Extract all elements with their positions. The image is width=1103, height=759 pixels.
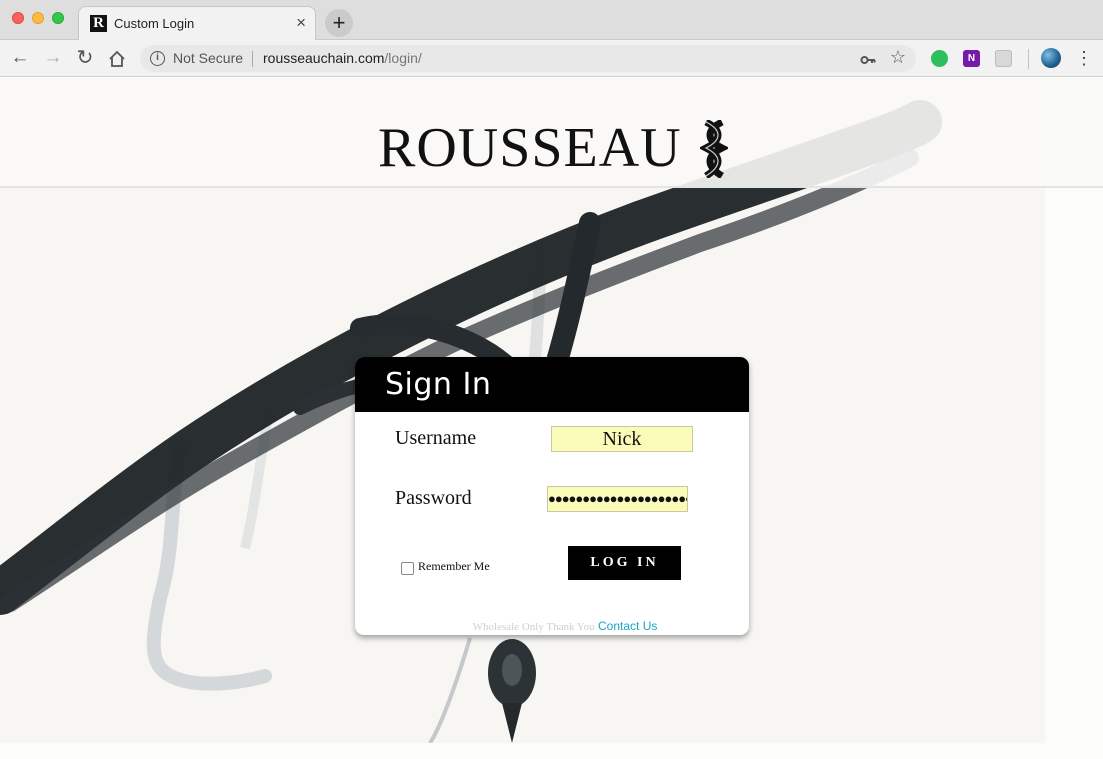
maximize-window-button[interactable] <box>52 12 64 24</box>
forward-arrow-icon[interactable]: → <box>41 47 65 71</box>
username-label: Username <box>395 427 477 449</box>
minimize-window-button[interactable] <box>32 12 44 24</box>
url-path: /login/ <box>384 50 422 66</box>
favicon-icon: R <box>90 15 107 32</box>
browser-titlebar: R Custom Login × + <box>0 0 1103 41</box>
reload-icon[interactable]: ↻ <box>73 47 97 71</box>
page-content: ROUSSEAU Sign In Username Nick Password … <box>0 78 1103 759</box>
remember-me-label[interactable]: Remember Me <box>418 559 490 574</box>
extension-icon[interactable] <box>995 50 1012 67</box>
home-icon[interactable] <box>105 47 129 71</box>
key-icon[interactable] <box>860 49 876 72</box>
evernote-icon[interactable] <box>931 50 948 67</box>
login-footer: Wholesale Only Thank You Contact Us <box>355 619 775 633</box>
more-menu-icon[interactable]: ⋮ <box>1075 48 1093 68</box>
url-text[interactable]: rousseauchain.com/login/ <box>263 50 422 66</box>
profile-avatar[interactable] <box>1041 48 1061 68</box>
tab-close-icon[interactable]: × <box>296 13 306 33</box>
bookmark-star-icon[interactable]: ☆ <box>890 47 906 68</box>
login-title: Sign In <box>385 367 492 402</box>
remember-me-checkbox[interactable] <box>401 562 414 575</box>
address-bar[interactable]: i Not Secure rousseauchain.com/login/ ☆ <box>140 45 916 72</box>
toolbar-divider <box>1028 49 1029 69</box>
login-button[interactable]: LOG IN <box>568 546 681 580</box>
back-arrow-icon[interactable]: ← <box>8 47 32 71</box>
password-label: Password <box>395 487 472 509</box>
username-input[interactable]: Nick <box>551 426 693 452</box>
browser-tab[interactable]: R Custom Login × <box>78 6 316 41</box>
chain-logo-icon <box>700 120 728 178</box>
wholesale-note: Wholesale Only Thank You <box>472 621 595 633</box>
site-header: ROUSSEAU <box>0 78 1103 188</box>
close-window-button[interactable] <box>12 12 24 24</box>
login-card: Sign In Username Nick Password ●●●●●●●●●… <box>355 357 749 635</box>
browser-toolbar: ← → ↻ i Not Secure rousseauchain.com/log… <box>0 40 1103 77</box>
new-tab-button[interactable]: + <box>325 9 353 37</box>
info-icon[interactable]: i <box>150 51 165 66</box>
password-input[interactable]: ●●●●●●●●●●●●●●●●●●●●● <box>547 486 688 512</box>
tab-title: Custom Login <box>114 16 195 31</box>
security-label: Not Secure <box>173 50 244 66</box>
onenote-icon[interactable]: N <box>963 50 980 67</box>
brand-logo-text: ROUSSEAU <box>378 117 682 179</box>
login-card-header: Sign In <box>355 357 749 412</box>
url-domain: rousseauchain.com <box>263 50 385 66</box>
address-divider <box>252 51 253 67</box>
contact-us-link[interactable]: Contact Us <box>598 619 657 633</box>
